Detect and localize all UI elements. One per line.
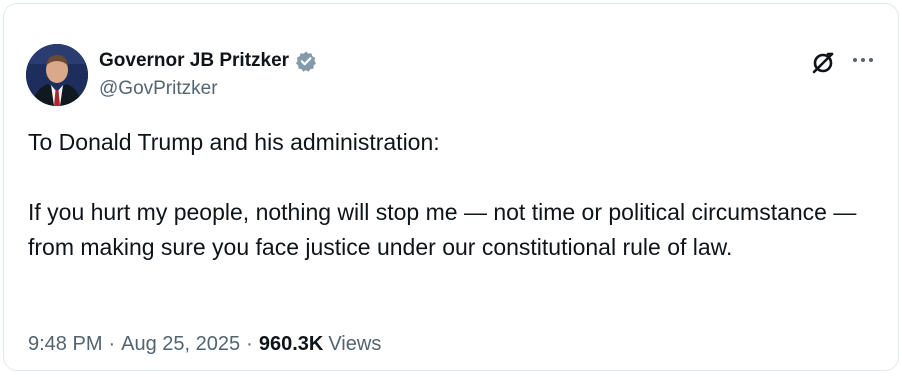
- author-name-row: Governor JB Pritzker: [99, 48, 317, 74]
- grok-icon[interactable]: [810, 50, 836, 76]
- verified-badge-icon[interactable]: [295, 50, 317, 72]
- avatar[interactable]: [26, 44, 88, 106]
- meta-separator: ·: [246, 333, 253, 355]
- tweet-date[interactable]: Aug 25, 2025: [121, 333, 240, 356]
- view-count[interactable]: 960.3K: [259, 333, 324, 356]
- views-label[interactable]: Views: [328, 333, 381, 356]
- more-options-icon[interactable]: [850, 50, 876, 70]
- meta-separator: ·: [108, 333, 116, 355]
- tweet-time[interactable]: 9:48 PM: [28, 333, 102, 356]
- tweet-paragraph: If you hurt my people, nothing will stop…: [28, 199, 857, 260]
- tweet-meta: 9:48 PM · Aug 25, 2025 · 960.3K Views: [28, 333, 381, 356]
- tweet-text: To Donald Trump and his administration: …: [28, 125, 868, 265]
- tweet-paragraph: To Donald Trump and his administration:: [28, 129, 440, 155]
- avatar-image: [26, 44, 88, 106]
- author-display-name[interactable]: Governor JB Pritzker: [99, 50, 289, 72]
- author-handle[interactable]: @GovPritzker: [99, 78, 218, 100]
- tweet-card[interactable]: Governor JB Pritzker @GovPritzker To Don…: [3, 3, 899, 371]
